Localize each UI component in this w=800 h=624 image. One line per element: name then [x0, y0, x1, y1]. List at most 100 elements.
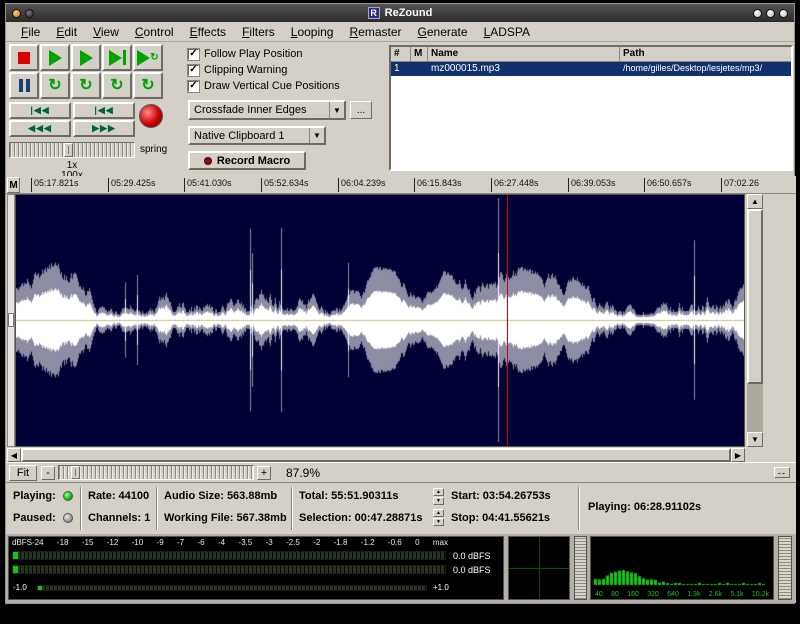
- menu-effects[interactable]: Effects: [183, 23, 233, 41]
- waveform-region: ▲ ▼ ◀ ▶: [6, 194, 796, 462]
- play-selection-icon: [80, 50, 93, 66]
- level-value: 0.0 dBFS: [453, 551, 491, 561]
- balance-max-label: +1.0: [433, 583, 449, 592]
- clipping-warning-option: Clipping Warning: [188, 63, 287, 77]
- channel-handle[interactable]: [8, 313, 14, 327]
- titlebar-center: R ReZound: [368, 7, 433, 19]
- menu-remaster[interactable]: Remaster: [342, 23, 408, 41]
- zoom-out-button[interactable]: -: [41, 466, 55, 480]
- menu-looping[interactable]: Looping: [284, 23, 341, 41]
- menu-generate[interactable]: Generate: [411, 23, 475, 41]
- titlebar-right-controls: [753, 9, 788, 18]
- menu-file[interactable]: File: [14, 23, 47, 41]
- column-modified[interactable]: M: [411, 47, 428, 61]
- status-bar: Playing: Paused: Rate: 44100 Channels: 1…: [6, 482, 796, 534]
- paused-led: [63, 513, 73, 523]
- column-number[interactable]: #: [391, 47, 411, 61]
- scroll-down-icon[interactable]: ▼: [747, 432, 763, 447]
- vertical-scrollbar[interactable]: ▲ ▼: [747, 194, 763, 447]
- file-row-selected[interactable]: 1 mz000015.mp3 /home/gilles/Desktop/lesj…: [391, 62, 791, 76]
- file-path: /home/gilles/Desktop/lesjetes/mp3/: [620, 62, 791, 76]
- record-button[interactable]: [139, 104, 163, 128]
- menu-view[interactable]: View: [86, 23, 126, 41]
- channel-mute-button[interactable]: M: [7, 177, 20, 193]
- clipping-warning-checkbox[interactable]: [188, 65, 199, 76]
- ruler-tick: 06:04.239s: [338, 178, 386, 192]
- splitter-handle[interactable]: --: [774, 467, 790, 478]
- fit-button[interactable]: Fit: [9, 465, 37, 481]
- stop-button[interactable]: [9, 44, 39, 71]
- play-selection-button[interactable]: [71, 44, 101, 71]
- zoom-in-button[interactable]: +: [257, 466, 271, 480]
- loop-selection-icon: ↻: [79, 78, 92, 94]
- shuttle-forward-icon: ▶▶▶: [92, 123, 116, 134]
- balance-lit-segment: [38, 586, 42, 590]
- titlebar-left-controls: [12, 9, 34, 18]
- draw-cue-positions-checkbox[interactable]: [188, 81, 199, 92]
- loop-once-button[interactable]: ↻: [133, 72, 163, 99]
- loop-gap-button[interactable]: ↻: [102, 72, 132, 99]
- crossfade-edges-select[interactable]: Crossfade Inner Edges ▼: [188, 100, 346, 120]
- shuttle-backward-button[interactable]: ◀◀◀: [9, 120, 71, 137]
- menu-edit[interactable]: Edit: [49, 23, 84, 41]
- menu-ladspa[interactable]: LADSPA: [477, 23, 537, 41]
- play-to-end-button[interactable]: [102, 44, 132, 71]
- balance-min-label: -1.0: [13, 583, 27, 592]
- loop-icon: ↻: [48, 78, 61, 94]
- horizontal-scrollbar[interactable]: ◀ ▶: [7, 448, 745, 462]
- fit-label: Fit: [17, 467, 29, 479]
- record-macro-button[interactable]: Record Macro: [188, 151, 306, 170]
- ruler-tick: 05:17.821s: [31, 178, 79, 192]
- meter-lit-segment: [13, 552, 18, 559]
- titlebar[interactable]: R ReZound: [6, 4, 794, 22]
- zoom-slider-thumb[interactable]: [71, 466, 80, 479]
- loop-play-button[interactable]: ↻: [40, 72, 70, 99]
- waveform-canvas-area[interactable]: [15, 194, 745, 447]
- minimize-button[interactable]: [753, 9, 762, 18]
- follow-play-position-option: Follow Play Position: [188, 47, 302, 61]
- spin-up-icon[interactable]: ▲: [433, 509, 444, 517]
- selection-stop: Stop: 04:41.55621s: [451, 512, 550, 524]
- horizontal-scroll-thumb[interactable]: [21, 448, 731, 462]
- frequency-bars: [591, 537, 771, 587]
- scroll-left-icon[interactable]: ◀: [7, 448, 21, 462]
- close-button[interactable]: [779, 9, 788, 18]
- jump-prev-cue-button[interactable]: |◀◀: [73, 102, 135, 119]
- maximize-button[interactable]: [766, 9, 775, 18]
- time-ruler[interactable]: M 05:17.821s 05:29.425s 05:41.030s 05:52…: [6, 176, 796, 194]
- menu-control[interactable]: Control: [128, 23, 181, 41]
- analyzer-slider[interactable]: [778, 536, 792, 600]
- menu-filters[interactable]: Filters: [235, 23, 282, 41]
- meters-section: dBFS-24-18-15 -12-10-9 -7-6-4 -3.5-3-2.5…: [6, 534, 796, 603]
- zoom-slider[interactable]: [58, 465, 254, 480]
- spin-down-icon[interactable]: ▼: [433, 497, 444, 505]
- waveform[interactable]: [16, 195, 744, 446]
- pause-button[interactable]: [9, 72, 39, 99]
- shuttle-speed-thumb[interactable]: [64, 143, 73, 157]
- scroll-up-icon[interactable]: ▲: [747, 194, 763, 209]
- meter-grip[interactable]: [574, 536, 587, 600]
- column-name[interactable]: Name: [428, 47, 620, 61]
- vertical-scroll-thumb[interactable]: [747, 209, 763, 384]
- pause-icon: [19, 79, 30, 92]
- spin-up-icon[interactable]: ▲: [433, 488, 444, 496]
- play-button[interactable]: [40, 44, 70, 71]
- follow-play-position-checkbox[interactable]: [188, 49, 199, 60]
- crossfade-more-button[interactable]: ...: [350, 101, 372, 119]
- window-menu-button[interactable]: [12, 9, 21, 18]
- jump-start-button[interactable]: |◀◀: [9, 102, 71, 119]
- scroll-right-icon[interactable]: ▶: [731, 448, 745, 462]
- loaded-files-list[interactable]: # M Name Path 1 mz000015.mp3 /home/gille…: [389, 45, 793, 171]
- transport-controls: ↻ ↻ ↻ ↻ ↻: [9, 44, 163, 99]
- divider: [578, 487, 580, 530]
- playing-label: Playing:: [13, 490, 56, 502]
- shuttle-forward-button[interactable]: ▶▶▶: [73, 120, 135, 137]
- column-path[interactable]: Path: [620, 47, 791, 61]
- shuttle-speed-slider[interactable]: [9, 142, 135, 158]
- loop-selection-button[interactable]: ↻: [71, 72, 101, 99]
- window-shade-button[interactable]: [25, 9, 34, 18]
- app-icon: R: [368, 7, 380, 19]
- play-from-cursor-button[interactable]: ↻: [133, 44, 163, 71]
- clipboard-select[interactable]: Native Clipboard 1 ▼: [188, 126, 326, 145]
- spin-down-icon[interactable]: ▼: [433, 518, 444, 526]
